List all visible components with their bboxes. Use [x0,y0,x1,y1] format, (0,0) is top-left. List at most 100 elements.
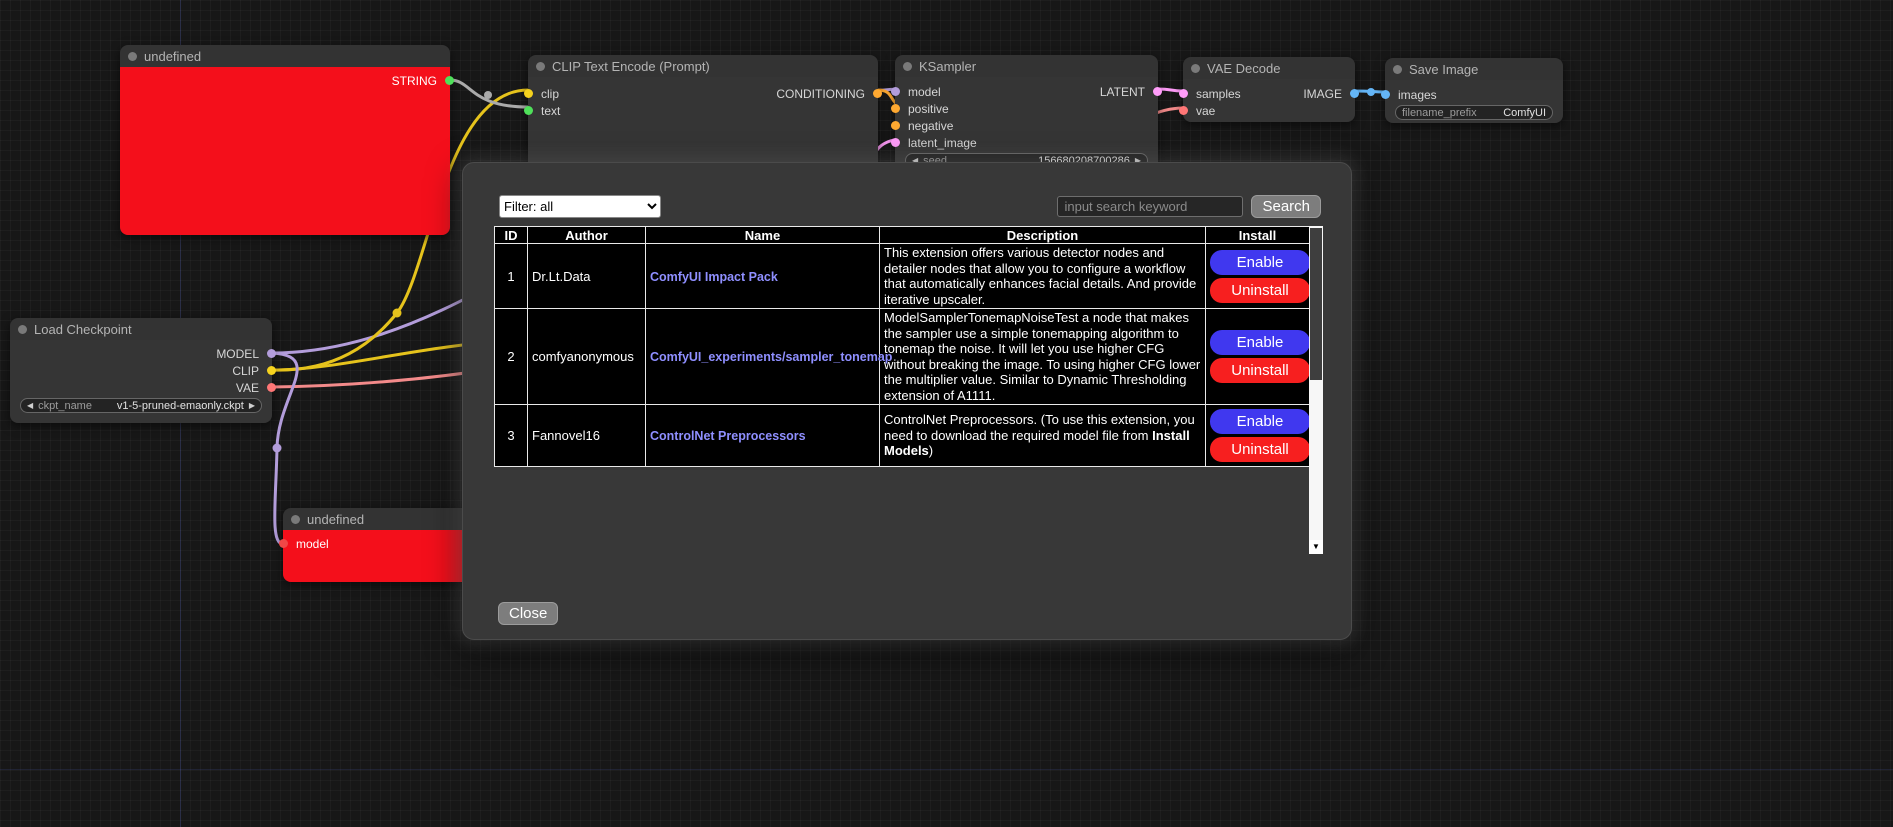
table-row: 3 Fannovel16 ControlNet Preprocessors Co… [495,405,1310,467]
cell-id: 1 [495,244,528,309]
search-button[interactable]: Search [1251,195,1321,218]
collapse-dot-icon[interactable] [128,52,137,61]
output-label: CLIP [232,364,259,378]
canvas-axis-horizontal [0,769,1893,770]
node-header[interactable]: CLIP Text Encode (Prompt) [528,55,878,77]
output-slot-vae[interactable] [267,383,276,392]
extension-link[interactable]: ComfyUI_experiments/sampler_tonemap [650,350,892,364]
table-header-row: ID Author Name Description Install [495,227,1310,244]
close-button[interactable]: Close [498,602,558,625]
node-load-checkpoint[interactable]: Load Checkpoint MODEL CLIP VAE ◀ ckpt_na… [10,318,272,423]
input-label: latent_image [908,136,977,150]
cell-description: ControlNet Preprocessors. (To use this e… [880,405,1206,467]
output-slot-conditioning[interactable] [873,89,882,98]
input-label: positive [908,102,949,116]
output-slot-model[interactable] [267,349,276,358]
ckpt-name-widget[interactable]: ◀ ckpt_name v1-5-pruned-emaonly.ckpt ▶ [20,398,262,413]
input-slot-vae[interactable] [1179,106,1188,115]
header-install: Install [1206,227,1310,244]
dialog-toolbar: Filter: all Search [499,195,1321,218]
extension-table: ID Author Name Description Install 1 Dr.… [494,226,1310,467]
input-slot-samples[interactable] [1179,89,1188,98]
output-label: VAE [236,381,259,395]
filename-prefix-widget[interactable]: filename_prefix ComfyUI [1395,105,1553,120]
search-input[interactable] [1057,196,1243,217]
collapse-dot-icon[interactable] [1191,64,1200,73]
input-slot-model[interactable] [279,539,288,548]
output-slot-image[interactable] [1350,89,1359,98]
uninstall-button[interactable]: Uninstall [1210,358,1310,383]
header-description: Description [880,227,1206,244]
collapse-dot-icon[interactable] [291,515,300,524]
output-slot-string[interactable] [445,76,454,85]
table-scrollbar[interactable]: ▼ [1309,226,1323,554]
extension-link[interactable]: ComfyUI Impact Pack [650,270,778,284]
next-arrow-icon[interactable]: ▶ [249,402,255,410]
input-slot-text[interactable] [524,106,533,115]
collapse-dot-icon[interactable] [536,62,545,71]
node-title: KSampler [919,59,976,74]
uninstall-button[interactable]: Uninstall [1210,278,1310,303]
output-label: MODEL [216,347,259,361]
output-slot-latent[interactable] [1153,87,1162,96]
output-slot-clip[interactable] [267,366,276,375]
header-author: Author [528,227,646,244]
collapse-dot-icon[interactable] [903,62,912,71]
node-title: undefined [144,49,201,64]
extension-table-container: ID Author Name Description Install 1 Dr.… [494,226,1323,554]
node-header[interactable]: undefined [120,45,450,67]
collapse-dot-icon[interactable] [18,325,27,334]
node-save-image[interactable]: Save Image images filename_prefix ComfyU… [1385,58,1563,123]
node-header[interactable]: Load Checkpoint [10,318,272,340]
scroll-down-arrow-icon[interactable]: ▼ [1309,540,1323,554]
extension-link[interactable]: ControlNet Preprocessors [650,429,806,443]
node-vae-decode[interactable]: VAE Decode samples IMAGE vae [1183,57,1355,122]
widget-value: v1-5-pruned-emaonly.ckpt [117,400,244,412]
node-title: Save Image [1409,62,1478,77]
node-title: CLIP Text Encode (Prompt) [552,59,710,74]
cell-id: 2 [495,309,528,405]
node-header[interactable]: VAE Decode [1183,57,1355,79]
node-undefined-top[interactable]: undefined STRING [120,45,450,235]
input-slot-clip[interactable] [524,89,533,98]
graph-canvas[interactable]: undefined STRING CLIP Text Encode (Promp… [0,0,1893,827]
input-label: vae [1196,104,1215,118]
enable-button[interactable]: Enable [1210,330,1310,355]
prev-arrow-icon[interactable]: ◀ [27,402,33,410]
input-slot-model[interactable] [891,87,900,96]
collapse-dot-icon[interactable] [1393,65,1402,74]
input-slot-images[interactable] [1381,90,1390,99]
input-slot-negative[interactable] [891,121,900,130]
node-header[interactable]: Save Image [1385,58,1563,80]
input-label: clip [541,87,559,101]
scrollbar-thumb[interactable] [1310,228,1322,380]
output-label: STRING [392,74,437,88]
cell-author: Dr.Lt.Data [528,244,646,309]
cell-description: ModelSamplerTonemapNoiseTest a node that… [880,309,1206,405]
table-row: 1 Dr.Lt.Data ComfyUI Impact Pack This ex… [495,244,1310,309]
uninstall-button[interactable]: Uninstall [1210,437,1310,462]
node-clip-text-encode[interactable]: CLIP Text Encode (Prompt) clip CONDITION… [528,55,878,170]
widget-value: ComfyUI [1503,107,1546,119]
header-id: ID [495,227,528,244]
filter-select[interactable]: Filter: all [499,195,661,218]
input-label: negative [908,119,953,133]
input-label: text [541,104,560,118]
enable-button[interactable]: Enable [1210,409,1310,434]
manager-dialog: Filter: all Search ID Author Name Descri… [462,162,1352,640]
input-slot-positive[interactable] [891,104,900,113]
table-row: 2 comfyanonymous ComfyUI_experiments/sam… [495,309,1310,405]
cell-author: Fannovel16 [528,405,646,467]
input-slot-latent-image[interactable] [891,138,900,147]
node-ksampler[interactable]: KSampler model LATENT positive negative … [895,55,1158,172]
node-title: VAE Decode [1207,61,1280,76]
node-header[interactable]: KSampler [895,55,1158,77]
widget-label: ckpt_name [38,400,92,412]
input-label: samples [1196,87,1241,101]
input-label: model [296,537,329,551]
output-label: LATENT [1100,85,1145,99]
enable-button[interactable]: Enable [1210,250,1310,275]
header-name: Name [646,227,880,244]
output-label: IMAGE [1303,87,1342,101]
input-label: images [1398,88,1437,102]
